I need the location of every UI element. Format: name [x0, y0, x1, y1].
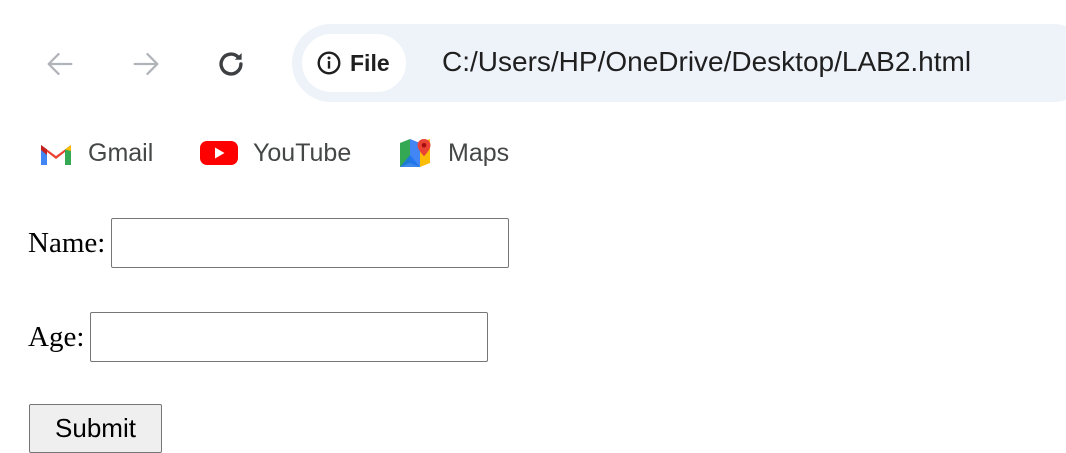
browser-window: File C:/Users/HP/OneDrive/Desktop/LAB2.h… — [0, 0, 1066, 453]
site-info-label: File — [350, 49, 390, 76]
name-input[interactable] — [111, 218, 510, 268]
bookmark-gmail-label: Gmail — [88, 138, 154, 167]
name-row: Name: — [28, 217, 510, 269]
age-input[interactable] — [90, 312, 489, 362]
gmail-icon — [41, 145, 71, 165]
url-text[interactable]: C:/Users/HP/OneDrive/Desktop/LAB2.html — [442, 46, 971, 78]
submit-button[interactable]: Submit — [29, 404, 162, 453]
bookmark-gmail[interactable]: Gmail — [38, 135, 153, 171]
forward-button[interactable] — [126, 42, 166, 86]
maps-icon — [400, 139, 431, 167]
age-row: Age: — [28, 312, 489, 362]
bookmark-youtube-label: YouTube — [253, 138, 352, 167]
bookmarks-bar: Gmail YouTube Maps — [0, 125, 1066, 181]
info-icon — [317, 51, 341, 75]
arrow-left-icon — [47, 52, 73, 76]
bookmark-maps[interactable]: Maps — [398, 135, 509, 171]
arrow-right-icon — [133, 52, 159, 76]
age-label: Age: — [28, 320, 85, 353]
address-bar[interactable]: File C:/Users/HP/OneDrive/Desktop/LAB2.h… — [292, 24, 1066, 102]
back-button[interactable] — [40, 42, 80, 86]
site-info-chip[interactable]: File — [302, 34, 406, 92]
reload-icon — [219, 52, 243, 76]
bookmark-youtube[interactable]: YouTube — [199, 135, 351, 171]
name-label: Name: — [28, 226, 106, 259]
youtube-icon — [200, 141, 238, 165]
reload-button[interactable] — [211, 42, 251, 86]
bookmark-maps-label: Maps — [448, 138, 510, 167]
browser-toolbar: File C:/Users/HP/OneDrive/Desktop/LAB2.h… — [0, 0, 1066, 125]
